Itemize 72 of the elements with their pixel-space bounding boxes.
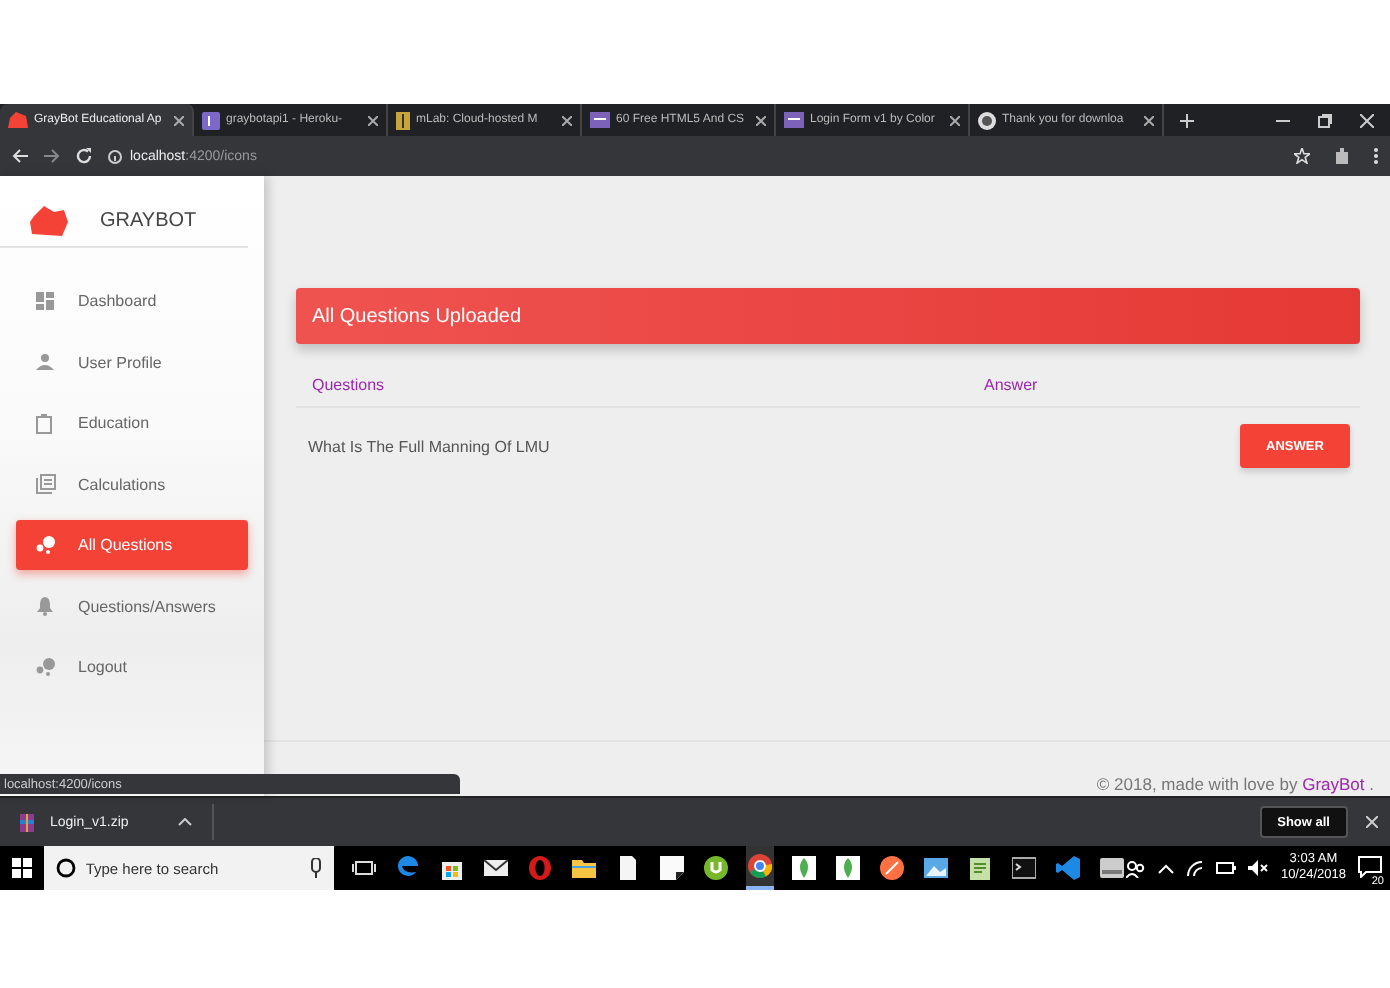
- o-logo-icon[interactable]: [528, 856, 553, 880]
- person-icon: [36, 354, 56, 370]
- table-cell: What Is The Full Manning Of LMU: [296, 407, 968, 484]
- caret-icon[interactable]: [178, 818, 192, 826]
- close-icon[interactable]: [950, 115, 960, 125]
- disk-drive-icon[interactable]: [1100, 856, 1125, 880]
- site-logo-icon: [590, 112, 610, 128]
- close-icon[interactable]: [1144, 115, 1154, 125]
- extension-icon[interactable]: [1334, 148, 1350, 164]
- code-editor-icon[interactable]: [1056, 856, 1081, 880]
- close-icon[interactable]: [368, 115, 378, 125]
- sidebar-item[interactable]: Questions/Answers: [16, 581, 248, 631]
- dashboard-icon: [36, 292, 56, 310]
- clipboard-icon: [36, 413, 56, 433]
- leaf-icon[interactable]: [836, 856, 861, 880]
- library-icon: [36, 474, 56, 494]
- bubbles-icon: [36, 536, 56, 554]
- browser-e-icon[interactable]: [396, 856, 421, 880]
- torrent-icon[interactable]: [704, 856, 729, 880]
- windows-logo-icon[interactable]: [11, 858, 32, 878]
- picture-icon[interactable]: [924, 856, 949, 880]
- muted-speaker-icon[interactable]: [1248, 860, 1269, 876]
- chrome-icon[interactable]: [748, 854, 773, 878]
- shopping-bag-icon[interactable]: [440, 856, 465, 880]
- back-arrow-icon[interactable]: [12, 148, 28, 164]
- close-icon[interactable]: [1366, 816, 1378, 828]
- footer-text: © 2018, made with love by GrayBot .: [1096, 774, 1374, 794]
- sidebar-item[interactable]: All Questions: [16, 520, 248, 570]
- bell-icon: [36, 596, 56, 616]
- sidebar-item[interactable]: Logout: [16, 642, 248, 692]
- close-icon[interactable]: [562, 115, 572, 125]
- close-icon[interactable]: [1360, 113, 1374, 127]
- search-icon: [55, 858, 76, 878]
- speech-bubble-icon: [1358, 855, 1382, 877]
- document-icon[interactable]: [616, 856, 641, 880]
- wordpress-logo-icon: [978, 111, 996, 129]
- new-tab-icon[interactable]: [1180, 113, 1194, 127]
- restore-icon[interactable]: [1318, 113, 1332, 127]
- sidebar-item[interactable]: Education: [16, 398, 248, 448]
- people-icon[interactable]: [1126, 859, 1147, 877]
- envelope-icon[interactable]: [484, 856, 509, 880]
- column-header: Answer: [968, 368, 1360, 407]
- card-header: All Questions Uploaded: [296, 288, 1360, 344]
- folder-icon[interactable]: [572, 856, 597, 880]
- info-icon: [108, 149, 122, 163]
- terminal-icon[interactable]: [1012, 856, 1037, 880]
- close-icon[interactable]: [174, 115, 184, 125]
- star-icon[interactable]: [1294, 148, 1310, 164]
- h-logo-icon: [202, 111, 220, 129]
- leaf-logo-icon: [396, 111, 410, 129]
- bot-logo-icon: [8, 111, 28, 129]
- notepad-icon[interactable]: [968, 856, 993, 880]
- close-icon[interactable]: [756, 115, 766, 125]
- column-header: Questions: [296, 368, 968, 407]
- bubbles-icon: [36, 658, 56, 676]
- battery-icon[interactable]: [1216, 862, 1237, 874]
- compass-icon[interactable]: [880, 856, 905, 880]
- brand-name: GRAYBOT: [100, 209, 197, 231]
- sidebar-item[interactable]: User Profile: [16, 337, 248, 387]
- bot-logo-icon: [30, 205, 68, 235]
- forward-arrow-icon[interactable]: [44, 148, 60, 164]
- sticky-note-icon[interactable]: [660, 856, 685, 880]
- footer-link[interactable]: GrayBot: [1302, 774, 1365, 794]
- site-logo-icon: [784, 112, 804, 128]
- task-view-icon[interactable]: [352, 856, 377, 880]
- network-icon[interactable]: [1186, 860, 1205, 876]
- archive-icon: [20, 813, 34, 831]
- reload-icon[interactable]: [76, 148, 92, 164]
- leaf-icon[interactable]: [792, 856, 817, 880]
- microphone-icon[interactable]: [310, 858, 323, 878]
- sidebar-item[interactable]: Dashboard: [16, 276, 248, 326]
- sidebar-item[interactable]: Calculations: [16, 459, 248, 509]
